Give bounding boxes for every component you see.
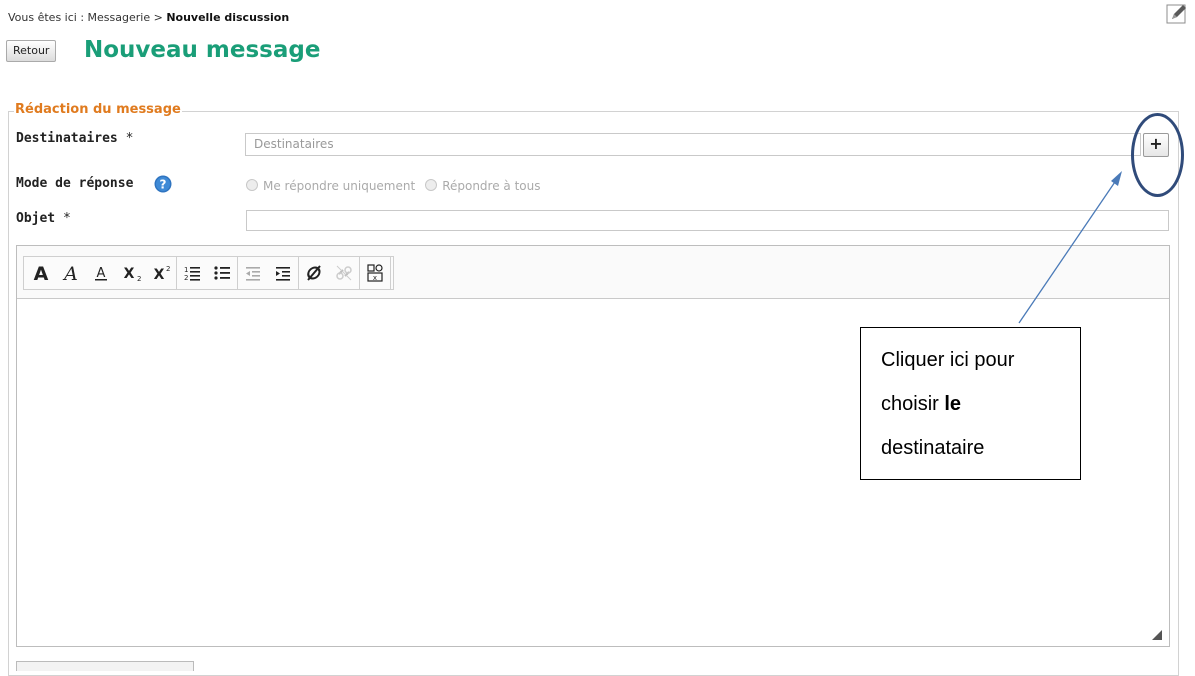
annotation-callout: Cliquer ici pour choisir le destinataire xyxy=(860,327,1081,480)
callout-line-2: choisir le xyxy=(881,382,1066,426)
callout-line-1: Cliquer ici pour xyxy=(881,349,1015,371)
callout-line-3: destinataire xyxy=(881,437,985,459)
callout-line-2-text: choisir xyxy=(881,393,945,415)
callout-emphasis: le xyxy=(944,393,962,415)
